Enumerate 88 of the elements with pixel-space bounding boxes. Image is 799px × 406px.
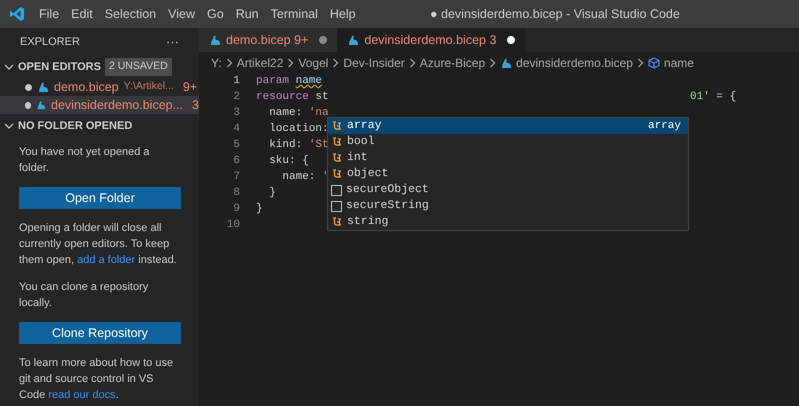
file-path: Y:\Artikel... [124,79,174,94]
editor-tab[interactable]: devinsiderdemo.bicep 3 [337,28,526,52]
section-header[interactable]: NO FOLDER OPENED [18,118,132,134]
line-number: 2 [232,90,240,105]
menu-item[interactable]: Terminal [264,4,324,24]
code-line: kind: 'St [268,138,329,153]
breadcrumb-item[interactable]: Vogel [298,54,328,72]
code-line: param name [256,74,322,89]
suggestion-item[interactable]: secureObject [328,182,688,198]
window-title: ● devinsiderdemo.bicep - Visual Studio Code [430,6,680,23]
snippet-icon [331,184,342,196]
info-text: You have not yet opened a folder. [19,145,150,176]
suggestion-detail: array [648,118,682,134]
code-line: 01' = { [690,90,736,105]
menu-item[interactable]: View [162,4,202,24]
chevron-right-icon [489,58,496,68]
code-line: sku: { [268,154,309,169]
line-number: 4 [232,122,240,137]
line-number: 9 [232,202,240,217]
open-editor-item[interactable]: devinsiderdemo.bicep... 3 [0,96,199,114]
line-number: 6 [232,154,240,169]
menu-item[interactable]: Run [230,4,265,24]
text-link[interactable]: add a folder [77,254,136,266]
menu-item[interactable]: Help [324,4,362,24]
menu-item[interactable]: Edit [65,4,99,24]
chevron-right-icon [226,58,233,68]
unsaved-badge: 2 UNSAVED [104,58,172,76]
file-name: devinsiderdemo.bicep... [51,96,184,114]
code-line: name: ' [281,170,329,185]
more-actions-button[interactable]: ··· [166,32,179,52]
type-parameter-icon [331,216,343,228]
type-parameter-icon [331,136,343,148]
menu-item[interactable]: File [33,4,66,24]
suggestion-item[interactable]: int [328,150,688,166]
line-number: 5 [232,138,240,153]
suggestion-item[interactable]: array array [328,118,688,134]
suggestion-item[interactable]: secureString [328,198,688,214]
line-number: 8 [232,186,240,201]
action-button[interactable]: Clone Repository [19,322,181,344]
type-parameter-icon [331,152,343,164]
section-header[interactable]: OPEN EDITORS [18,58,101,76]
info-text: You can clone a repository locally. [19,280,150,311]
code-line: } [256,202,263,217]
problem-count: 3 [192,96,199,114]
breadcrumb-item[interactable]: Artikel22 [236,54,284,72]
breadcrumb-item[interactable]: Y: [211,54,222,72]
bicep-file-icon [500,57,512,69]
chevron-right-icon [332,58,340,68]
chevron-icon[interactable] [4,121,14,131]
cube-icon [648,57,660,69]
line-number: 10 [226,218,240,233]
bicep-file-icon [36,99,46,111]
sidebar-title: EXPLORER [20,34,80,50]
chevron-icon[interactable] [4,62,14,72]
menu-item[interactable]: Selection [98,4,162,24]
breadcrumb-item[interactable]: name [664,54,694,72]
bicep-file-icon [347,34,360,46]
file-name: demo.bicep [54,78,119,96]
problem-count: 9+ [182,78,198,96]
code-line: location: [268,122,329,137]
breadcrumb-item[interactable]: devinsiderdemo.bicep [516,54,633,72]
code-line: resource st [256,90,329,105]
suggestion-item[interactable]: object [328,166,688,182]
bicep-file-icon [209,34,221,46]
chevron-right-icon [408,58,416,68]
suggestion-item[interactable]: string [328,214,688,230]
bicep-file-icon [37,81,49,93]
app-logo-icon [9,6,25,22]
code-line: name: 'na [268,106,329,121]
menu-item[interactable]: Go [201,4,230,24]
chevron-right-icon [287,58,294,68]
type-parameter-icon [331,120,343,132]
line-number: 1 [232,74,240,89]
line-number: 7 [232,170,240,185]
open-editor-item[interactable]: demo.bicep Y:\Artikel... 9+ [0,78,199,96]
suggestion-item[interactable]: bool [328,134,688,150]
code-line: } [268,186,276,201]
breadcrumb-item[interactable]: Dev-Insider [343,54,405,72]
info-text: Opening a folder will close all currently open editors. To keep them open, add a folder instead. [19,221,178,268]
text-link[interactable]: read our docs [48,389,116,401]
info-text: To learn more about how to use git and source control in VS Code read our docs. [19,356,174,403]
action-button[interactable]: Open Folder [19,187,181,209]
chevron-right-icon [636,58,644,68]
editor-tab[interactable]: demo.bicep 9+ [199,28,338,52]
type-parameter-icon [331,168,343,180]
breadcrumb-item[interactable]: Azure-Bicep [420,54,486,72]
line-number: 3 [232,106,240,121]
snippet-icon [331,200,342,212]
